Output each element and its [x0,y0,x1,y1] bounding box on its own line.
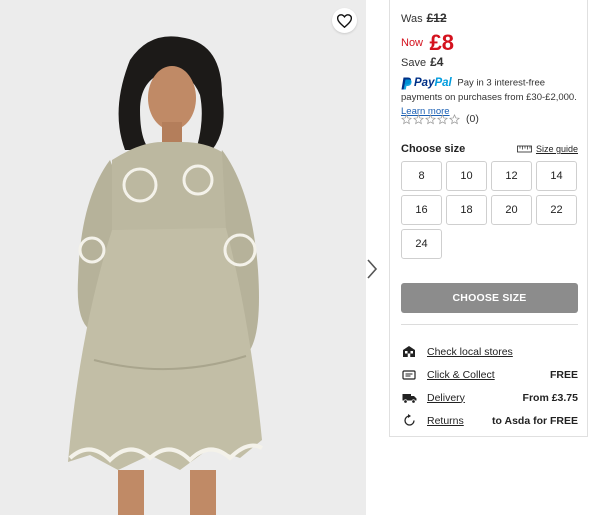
favorite-button[interactable] [332,8,357,33]
save-value: £4 [430,55,444,69]
save-amount: Save £4 [401,55,443,69]
product-info-panel: Was £12 Now £8 Save £4 PayPal Pay in 3 int… [389,0,588,437]
rating[interactable]: (0) [401,113,479,125]
delivery-link[interactable]: Delivery [427,392,523,404]
size-header: Choose size Size guide [401,143,578,155]
size-option[interactable]: 8 [401,161,442,191]
star-icon [413,113,424,124]
choose-size-button[interactable]: CHOOSE SIZE [401,283,578,313]
delivery-options: Check local stores Click & Collect FREE [401,340,578,432]
save-label: Save [401,57,427,69]
star-icon [401,113,412,124]
chevron-right-icon[interactable] [364,256,380,282]
store-icon [401,345,417,359]
was-value: £12 [426,11,447,25]
rating-count: (0) [466,113,479,125]
delivery-value: to Asda for FREE [492,414,578,427]
delivery-value: FREE [549,368,578,381]
star-icon [437,113,448,124]
was-label: Was [401,13,423,25]
click-collect-link[interactable]: Click & Collect [427,369,550,381]
now-value: £8 [429,30,454,55]
size-option[interactable]: 20 [491,195,532,225]
star-icon [425,113,436,124]
size-option[interactable]: 14 [536,161,577,191]
now-label: Now [401,37,424,49]
delivery-row-click-collect: Click & Collect FREE [401,363,578,386]
delivery-value: From £3.75 [522,391,578,404]
size-option[interactable]: 24 [401,229,442,259]
ruler-icon [517,145,532,153]
paypal-icon [401,77,412,89]
returns-icon [401,414,417,428]
heart-icon [337,13,352,28]
size-option[interactable]: 22 [536,195,577,225]
paypal-word-2: Pal [434,77,452,89]
delivery-row-returns: Returns to Asda for FREE [401,409,578,432]
size-guide-link[interactable]: Size guide [517,144,578,154]
truck-icon [401,391,417,405]
rating-stars [401,113,460,125]
click-collect-icon [401,368,417,382]
size-option[interactable]: 10 [446,161,487,191]
size-guide-label: Size guide [535,144,578,154]
product-image-gallery [0,0,366,515]
was-price: Was £12 [401,11,447,25]
now-price: Now £8 [401,30,454,56]
divider [401,324,578,325]
check-local-stores-link[interactable]: Check local stores [427,346,578,358]
size-title: Choose size [401,143,466,155]
size-option[interactable]: 12 [491,161,532,191]
size-option[interactable]: 16 [401,195,442,225]
star-icon [449,113,460,124]
paypal-logo: PayPal [401,76,452,90]
delivery-row-stores: Check local stores [401,340,578,363]
product-photo [0,0,366,515]
size-options: 8 10 12 14 16 18 20 22 24 [401,161,578,259]
delivery-row-delivery: Delivery From £3.75 [401,386,578,409]
returns-link[interactable]: Returns [427,415,492,427]
size-option[interactable]: 18 [446,195,487,225]
paypal-word-1: Pay [414,77,435,89]
